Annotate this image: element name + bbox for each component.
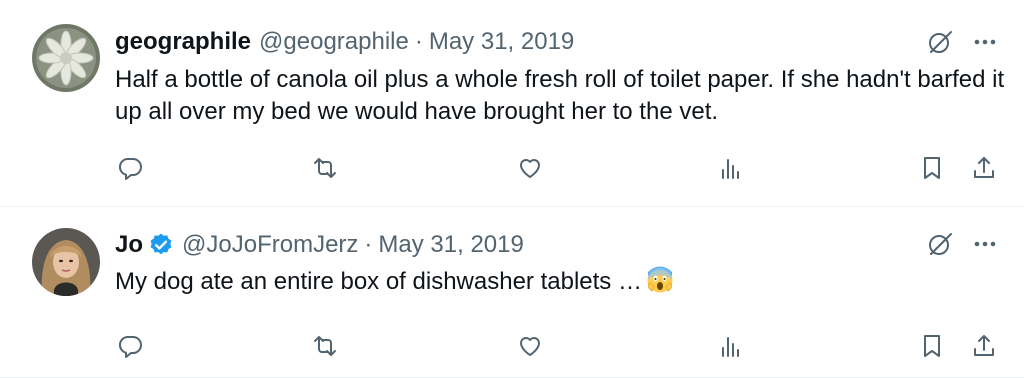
tweet-date[interactable]: May 31, 2019 (429, 28, 574, 56)
avatar[interactable] (32, 228, 100, 296)
grok-icon[interactable] (926, 230, 954, 258)
user-handle[interactable]: @geographile (259, 28, 409, 56)
tweet-text-container: My dog ate an entire box of dishwasher t… (115, 266, 1005, 298)
display-name[interactable]: Jo (115, 231, 143, 259)
avatar[interactable] (32, 24, 100, 92)
more-icon[interactable] (970, 28, 1000, 56)
separator-dot: · (414, 28, 423, 55)
reply-icon[interactable] (112, 150, 148, 186)
tweet-header: geographile @geographile · May 31, 2019 (115, 27, 574, 57)
tweet-actions (0, 328, 1024, 364)
views-icon[interactable] (713, 150, 749, 186)
display-name[interactable]: geographile (115, 28, 251, 56)
bookmark-icon[interactable] (914, 328, 950, 364)
bookmark-icon[interactable] (914, 150, 950, 186)
tweet-text: Half a bottle of canola oil plus a whole… (115, 66, 1005, 125)
heart-icon[interactable] (512, 328, 548, 364)
tweet[interactable]: geographile @geographile · May 31, 2019 … (0, 0, 1024, 207)
screaming-face-emoji (646, 266, 674, 294)
tweet[interactable]: Jo @JoJoFromJerz · May 31, 2019 My dog a… (0, 208, 1024, 378)
more-icon[interactable] (970, 230, 1000, 258)
tweet-header: Jo @JoJoFromJerz · May 31, 2019 (115, 230, 524, 260)
retweet-icon[interactable] (307, 328, 343, 364)
share-icon[interactable] (966, 328, 1002, 364)
reply-icon[interactable] (112, 328, 148, 364)
heart-icon[interactable] (512, 150, 548, 186)
tweet-date[interactable]: May 31, 2019 (378, 231, 523, 259)
views-icon[interactable] (713, 328, 749, 364)
tweet-text: My dog ate an entire box of dishwasher t… (115, 268, 642, 295)
tweet-feed: geographile @geographile · May 31, 2019 … (0, 0, 1024, 378)
tweet-actions (0, 150, 1024, 186)
retweet-icon[interactable] (307, 150, 343, 186)
separator-dot: · (364, 231, 373, 258)
share-icon[interactable] (966, 150, 1002, 186)
grok-icon[interactable] (926, 28, 954, 56)
verified-badge-icon[interactable] (148, 232, 174, 258)
user-handle[interactable]: @JoJoFromJerz (182, 231, 358, 259)
